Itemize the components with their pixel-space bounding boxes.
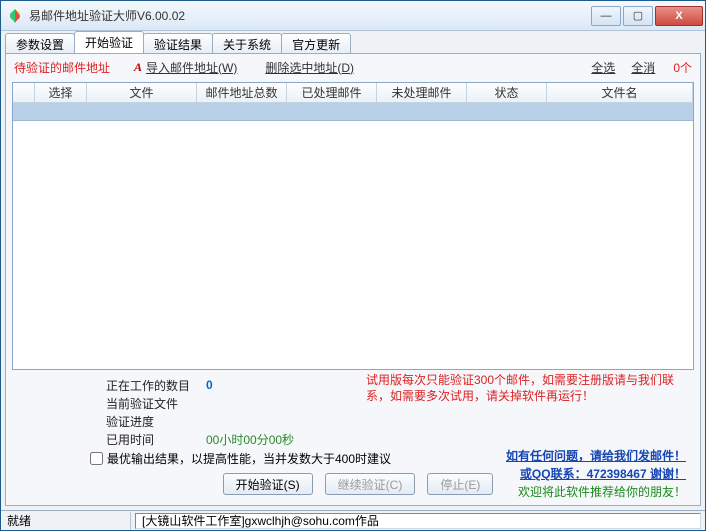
trial-notice: 试用版每次只能验证300个邮件，如需要注册版请与我们联系，如需要多次试用，请关掉… (366, 372, 686, 404)
stop-button[interactable]: 停止(E) (427, 473, 493, 495)
col-blank[interactable] (13, 83, 35, 102)
content-panel: 待验证的邮件地址 A 导入邮件地址(W) 删除选中地址(D) 全选 全消 0个 … (5, 53, 701, 506)
font-icon: A (134, 60, 142, 75)
minimize-button[interactable]: — (591, 6, 621, 26)
count-label: 0个 (673, 59, 692, 76)
working-count-value: 0 (206, 378, 213, 392)
recommend-text: 欢迎将此软件推荐给你的朋友！ (506, 483, 686, 501)
col-processed[interactable]: 已处理邮件 (287, 83, 377, 102)
window-controls: — ▢ X (591, 6, 703, 26)
selected-row[interactable] (13, 103, 693, 121)
contact-links: 如有任何问题，请给我们发邮件！ 或QQ联系：472398467 谢谢！ 欢迎将此… (506, 447, 686, 501)
select-none-link[interactable]: 全消 (631, 59, 655, 76)
status-bar: 就绪 [大镜山软件工作室]gxwclhjh@sohu.com作品 (1, 510, 705, 530)
current-file-label: 当前验证文件 (106, 395, 206, 412)
optimize-output-label: 最优输出结果，以提高性能，当并发数大于400时建议 (107, 450, 391, 467)
app-icon (7, 8, 23, 24)
col-status[interactable]: 状态 (467, 83, 547, 102)
import-addresses-link[interactable]: 导入邮件地址(W) (146, 59, 237, 76)
progress-label: 验证进度 (106, 413, 206, 430)
footer-area: 试用版每次只能验证300个邮件，如需要注册版请与我们联系，如需要多次试用，请关掉… (6, 372, 700, 505)
col-select[interactable]: 选择 (35, 83, 87, 102)
status-author: [大镜山软件工作室]gxwclhjh@sohu.com作品 (135, 513, 701, 529)
status-ready: 就绪 (1, 512, 131, 530)
select-all-link[interactable]: 全选 (591, 59, 615, 76)
tab-about[interactable]: 关于系统 (212, 33, 282, 53)
elapsed-label: 已用时间 (106, 431, 206, 448)
col-filename[interactable]: 文件名 (547, 83, 693, 102)
tab-update[interactable]: 官方更新 (281, 33, 351, 53)
tab-params[interactable]: 参数设置 (5, 33, 75, 53)
app-window: 易邮件地址验证大师V6.00.02 — ▢ X 参数设置 开始验证 验证结果 关… (0, 0, 706, 531)
start-verify-button[interactable]: 开始验证(S) (223, 473, 313, 495)
list-body[interactable] (13, 103, 693, 369)
working-count-label: 正在工作的数目 (106, 377, 206, 394)
email-us-link[interactable]: 如有任何问题，请给我们发邮件！ (506, 447, 686, 465)
pending-label: 待验证的邮件地址 (14, 59, 110, 76)
tab-bar: 参数设置 开始验证 验证结果 关于系统 官方更新 (1, 31, 705, 53)
toolbar: 待验证的邮件地址 A 导入邮件地址(W) 删除选中地址(D) 全选 全消 0个 (6, 54, 700, 80)
col-file[interactable]: 文件 (87, 83, 197, 102)
close-button[interactable]: X (655, 6, 703, 26)
elapsed-value: 00小时00分00秒 (206, 431, 294, 448)
continue-verify-button[interactable]: 继续验证(C) (325, 473, 416, 495)
optimize-output-checkbox[interactable] (90, 452, 103, 465)
window-title: 易邮件地址验证大师V6.00.02 (29, 7, 591, 24)
delete-selected-link[interactable]: 删除选中地址(D) (265, 59, 354, 76)
col-unprocessed[interactable]: 未处理邮件 (377, 83, 467, 102)
qq-contact-link[interactable]: 或QQ联系：472398467 谢谢！ (506, 465, 686, 483)
maximize-button[interactable]: ▢ (623, 6, 653, 26)
tab-start[interactable]: 开始验证 (74, 31, 144, 53)
tab-results[interactable]: 验证结果 (143, 33, 213, 53)
col-total[interactable]: 邮件地址总数 (197, 83, 287, 102)
list-header: 选择 文件 邮件地址总数 已处理邮件 未处理邮件 状态 文件名 (13, 83, 693, 103)
titlebar[interactable]: 易邮件地址验证大师V6.00.02 — ▢ X (1, 1, 705, 31)
address-list[interactable]: 选择 文件 邮件地址总数 已处理邮件 未处理邮件 状态 文件名 (12, 82, 694, 370)
